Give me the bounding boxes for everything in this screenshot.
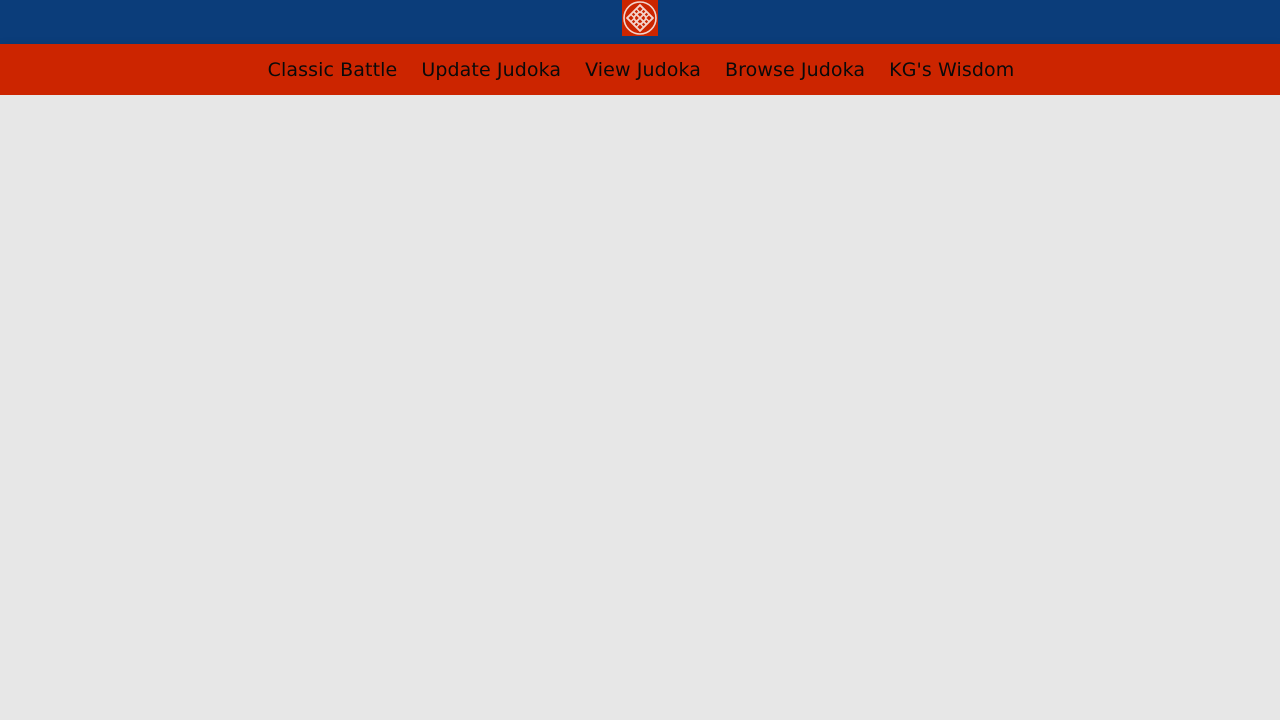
nav-link-classic-battle[interactable]: Classic Battle — [268, 58, 398, 82]
nav-link-update-judoka[interactable]: Update Judoka — [421, 58, 561, 82]
nav-link-kgs-wisdom[interactable]: KG's Wisdom — [889, 58, 1014, 82]
main-navigation-bar: Classic Battle Update Judoka View Judoka… — [0, 44, 1280, 95]
home-logo-link[interactable] — [622, 0, 658, 36]
nav-link-view-judoka[interactable]: View Judoka — [585, 58, 701, 82]
main-content-area — [0, 95, 1280, 720]
nav-menu: Classic Battle Update Judoka View Judoka… — [268, 58, 1015, 82]
top-header-bar — [0, 0, 1280, 44]
nav-link-browse-judoka[interactable]: Browse Judoka — [725, 58, 865, 82]
judo-knot-logo-icon — [622, 0, 658, 36]
